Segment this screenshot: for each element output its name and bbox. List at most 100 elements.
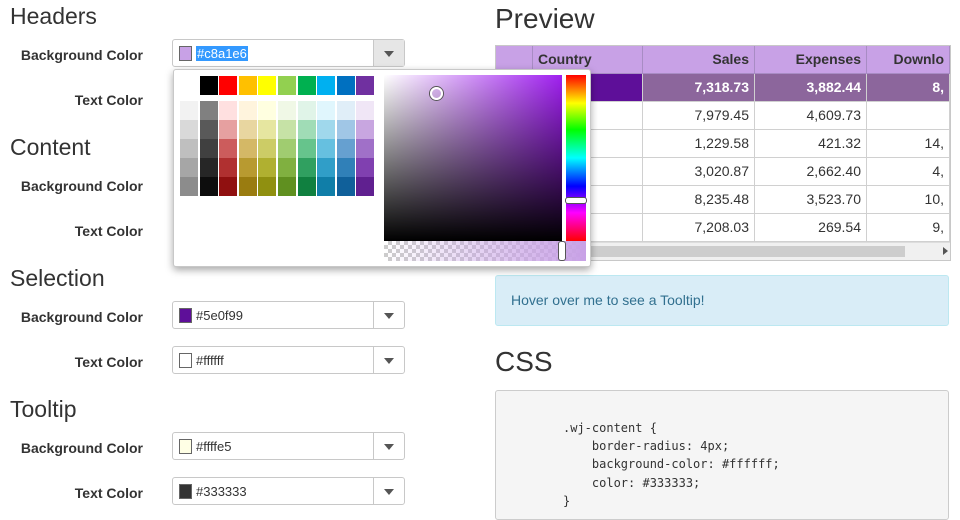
palette-swatch[interactable] (238, 120, 257, 139)
alpha-handle[interactable] (558, 241, 566, 261)
palette-swatch[interactable] (199, 120, 218, 139)
palette-swatch[interactable] (356, 177, 375, 196)
palette-swatch[interactable] (219, 120, 238, 139)
palette-swatch[interactable] (356, 158, 375, 177)
headers-bg-color-input[interactable]: #c8a1e6 (172, 39, 405, 67)
grid-cell[interactable]: 8,235.48 (643, 186, 755, 214)
grid-cell[interactable]: 1,229.58 (643, 130, 755, 158)
palette-swatch[interactable] (199, 101, 218, 120)
palette-swatch[interactable] (180, 76, 198, 95)
column-header[interactable]: Sales (643, 46, 755, 74)
palette-swatch[interactable] (180, 120, 198, 139)
palette-swatch[interactable] (278, 76, 296, 95)
tooltip-text-color-input[interactable]: #333333 (172, 477, 405, 505)
palette-swatch[interactable] (180, 139, 198, 158)
palette-swatch[interactable] (336, 139, 355, 158)
palette-swatch[interactable] (356, 76, 375, 95)
palette-swatch[interactable] (317, 158, 336, 177)
palette-swatch[interactable] (278, 158, 296, 177)
palette-swatch[interactable] (336, 101, 355, 120)
grid-cell[interactable]: 10, (867, 186, 950, 214)
palette-swatch[interactable] (297, 177, 316, 196)
palette-swatch[interactable] (180, 177, 198, 196)
selection-bg-dropdown-button[interactable] (373, 302, 404, 328)
color-picker-dropdown[interactable] (173, 69, 591, 267)
column-header[interactable]: Expenses (755, 46, 867, 74)
headers-bg-dropdown-button[interactable] (373, 40, 404, 66)
palette-swatch[interactable] (317, 177, 336, 196)
palette-swatch[interactable] (238, 139, 257, 158)
palette-swatch[interactable] (336, 120, 355, 139)
palette-swatch[interactable] (219, 139, 238, 158)
palette-swatch[interactable] (317, 76, 336, 95)
palette-swatch[interactable] (238, 76, 257, 95)
grid-cell[interactable]: 7,208.03 (643, 214, 755, 242)
hue-handle[interactable] (565, 197, 587, 204)
palette-swatch[interactable] (278, 101, 296, 120)
grid-cell[interactable]: 3,882.44 (755, 74, 867, 102)
sv-handle[interactable] (430, 87, 443, 100)
palette-swatch[interactable] (336, 177, 355, 196)
alpha-slider[interactable] (384, 241, 586, 261)
tooltip-text-dropdown-button[interactable] (373, 478, 404, 504)
palette-swatch[interactable] (258, 76, 277, 95)
selection-text-color-input[interactable]: #ffffff (172, 346, 405, 374)
palette-swatch[interactable] (336, 76, 355, 95)
grid-cell[interactable]: 14, (867, 130, 950, 158)
selection-bg-color-input[interactable]: #5e0f99 (172, 301, 405, 329)
headers-bg-value[interactable]: #c8a1e6 (196, 46, 248, 61)
tooltip-bg-color-input[interactable]: #ffffe5 (172, 432, 405, 460)
grid-cell[interactable]: 9, (867, 214, 950, 242)
palette-swatch[interactable] (317, 120, 336, 139)
palette-swatch[interactable] (238, 158, 257, 177)
palette-swatch[interactable] (278, 139, 296, 158)
palette-swatch[interactable] (238, 101, 257, 120)
grid-cell[interactable]: 3,020.87 (643, 158, 755, 186)
palette-swatch[interactable] (356, 101, 375, 120)
hue-slider[interactable] (565, 75, 587, 241)
palette-swatch[interactable] (297, 76, 316, 95)
grid-cell[interactable]: 4, (867, 158, 950, 186)
grid-cell[interactable]: 2,662.40 (755, 158, 867, 186)
palette-swatch[interactable] (317, 101, 336, 120)
palette-swatch[interactable] (219, 177, 238, 196)
palette-swatch[interactable] (199, 76, 218, 95)
grid-cell[interactable]: 421.32 (755, 130, 867, 158)
palette-swatch[interactable] (199, 177, 218, 196)
palette-swatch[interactable] (297, 120, 316, 139)
tooltip-bg-dropdown-button[interactable] (373, 433, 404, 459)
palette-swatch[interactable] (180, 158, 198, 177)
palette-swatch[interactable] (258, 177, 277, 196)
tooltip-text-value[interactable]: #333333 (196, 484, 247, 499)
palette-swatch[interactable] (297, 139, 316, 158)
palette-swatch[interactable] (199, 139, 218, 158)
palette-swatch[interactable] (258, 101, 277, 120)
palette-swatch[interactable] (356, 139, 375, 158)
palette-swatch[interactable] (199, 158, 218, 177)
palette-swatch[interactable] (180, 101, 198, 120)
grid-cell[interactable] (867, 102, 950, 130)
palette-swatch[interactable] (278, 120, 296, 139)
palette-swatch[interactable] (356, 120, 375, 139)
column-header[interactable]: Downlo (867, 46, 950, 74)
grid-cell[interactable]: 7,318.73 (643, 74, 755, 102)
grid-cell[interactable]: 3,523.70 (755, 186, 867, 214)
palette-swatch[interactable] (219, 101, 238, 120)
palette-swatch[interactable] (219, 158, 238, 177)
palette-swatch[interactable] (297, 158, 316, 177)
palette-swatch[interactable] (278, 177, 296, 196)
palette-swatch[interactable] (336, 158, 355, 177)
grid-cell[interactable]: 269.54 (755, 214, 867, 242)
grid-cell[interactable]: 4,609.73 (755, 102, 867, 130)
palette-swatch[interactable] (238, 177, 257, 196)
selection-text-dropdown-button[interactable] (373, 347, 404, 373)
tooltip-target[interactable]: Hover over me to see a Tooltip! (495, 275, 949, 326)
tooltip-bg-value[interactable]: #ffffe5 (196, 439, 231, 454)
palette-swatch[interactable] (219, 76, 238, 95)
palette-swatch[interactable] (258, 139, 277, 158)
selection-bg-value[interactable]: #5e0f99 (196, 308, 243, 323)
saturation-value-area[interactable] (384, 75, 562, 241)
scroll-right-icon[interactable] (943, 247, 948, 255)
grid-cell[interactable]: 8, (867, 74, 950, 102)
palette-swatch[interactable] (258, 158, 277, 177)
